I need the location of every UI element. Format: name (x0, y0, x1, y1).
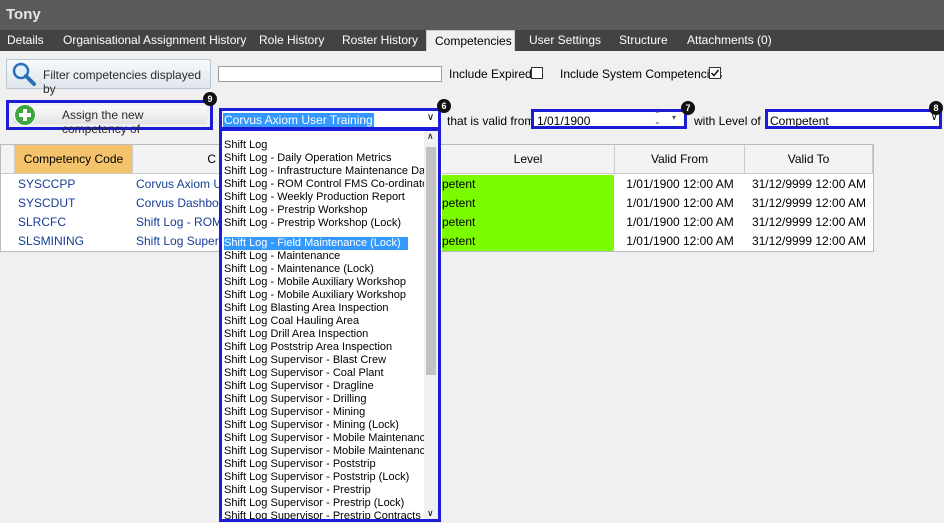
dropdown-item[interactable]: Shift Log Supervisor - Mobile Maintenanc… (224, 445, 431, 458)
dropdown-item[interactable]: Shift Log Coal Hauling Area (224, 315, 359, 328)
window-title: Tony (6, 6, 41, 23)
dropdown-item[interactable]: Shift Log - Daily Operation Metrics (224, 152, 392, 165)
dropdown-item[interactable]: Shift Log Supervisor - Poststrip (Lock) (224, 471, 409, 484)
dropdown-item[interactable]: Shift Log - ROM Control FMS Co-ordinator (224, 178, 432, 191)
tab-user-settings[interactable]: User Settings (529, 30, 601, 51)
valid-from-date-picker[interactable]: 1/01/1900 ⌃ ⌄ ▾ (531, 109, 687, 129)
competency-combobox[interactable]: Corvus Axiom User Training ∨ (219, 108, 441, 130)
table-row-level[interactable]: petent (442, 232, 614, 251)
row-selector-header (1, 145, 15, 174)
level-combobox-value: Competent (770, 114, 829, 128)
dropdown-item[interactable]: Shift Log Supervisor - Mobile Maintenanc… (224, 432, 431, 445)
dropdown-scrollbar[interactable]: ∧ ∨ (424, 131, 438, 519)
chevron-down-icon[interactable]: ▾ (672, 113, 676, 122)
callout-badge-7: 7 (681, 101, 695, 115)
table-row-name[interactable]: Shift Log - ROM (136, 213, 220, 232)
table-row-valid-from[interactable]: 1/01/1900 12:00 AM (615, 175, 745, 194)
table-row-level[interactable]: petent (442, 213, 614, 232)
table-row-code[interactable]: SYSCCPP (18, 175, 130, 194)
column-header-valid-from[interactable]: Valid From (615, 145, 745, 174)
table-row-code[interactable]: SLRCFC (18, 213, 130, 232)
table-row-valid-to[interactable]: 31/12/9999 12:00 AM (745, 194, 873, 213)
dropdown-item[interactable]: Shift Log - Field Maintenance (Lock) (224, 237, 408, 250)
search-icon (12, 62, 36, 86)
include-expired-checkbox[interactable] (531, 67, 543, 79)
column-header-competency-code[interactable]: Competency Code (15, 145, 133, 174)
dropdown-item[interactable]: Shift Log Supervisor - Coal Plant (224, 367, 384, 380)
filter-text-input[interactable] (218, 66, 442, 82)
dropdown-item[interactable]: Shift Log - Weekly Production Report (224, 191, 405, 204)
tab-role-history[interactable]: Role History (259, 30, 324, 51)
table-row-valid-from[interactable]: 1/01/1900 12:00 AM (615, 213, 745, 232)
table-row-name[interactable]: Shift Log Supervi (136, 232, 220, 251)
scrollbar-thumb[interactable] (426, 147, 436, 375)
dropdown-item[interactable]: Shift Log Blasting Area Inspection (224, 302, 389, 315)
title-bar: Tony (0, 0, 944, 30)
table-row-valid-from[interactable]: 1/01/1900 12:00 AM (615, 194, 745, 213)
add-icon (14, 104, 36, 126)
table-row-valid-to[interactable]: 31/12/9999 12:00 AM (745, 175, 873, 194)
dropdown-item[interactable]: Shift Log - Prestrip Workshop (224, 204, 367, 217)
callout-badge-9: 9 (203, 92, 217, 106)
level-label: with Level of (694, 114, 761, 128)
tab-competencies[interactable]: Competencies (426, 30, 515, 51)
include-system-competencies-label: Include System Competencies (560, 67, 723, 81)
table-row-valid-from[interactable]: 1/01/1900 12:00 AM (615, 232, 745, 251)
valid-from-label: that is valid from (447, 114, 535, 128)
dropdown-item[interactable]: Shift Log Supervisor - Mining (224, 406, 365, 419)
level-combobox[interactable]: Competent ∨ (765, 109, 942, 129)
dropdown-item[interactable]: Shift Log (224, 139, 267, 152)
include-system-competencies-checkbox[interactable] (709, 67, 721, 79)
dropdown-item[interactable]: Shift Log - Maintenance (Lock) (224, 263, 374, 276)
table-row-valid-to[interactable]: 31/12/9999 12:00 AM (745, 213, 873, 232)
column-header-competency[interactable]: C (133, 145, 221, 174)
table-row-code[interactable]: SLSMINING (18, 232, 130, 251)
table-row-name[interactable]: Corvus Dashboa (136, 194, 220, 213)
table-row-name[interactable]: Corvus Axiom Us (136, 175, 220, 194)
dropdown-item[interactable]: Shift Log - Mobile Auxiliary Workshop (224, 276, 406, 289)
dropdown-item[interactable]: Shift Log Poststrip Area Inspection (224, 341, 392, 354)
tab-details[interactable]: Details (7, 30, 44, 51)
table-row-valid-to[interactable]: 31/12/9999 12:00 AM (745, 232, 873, 251)
dropdown-item[interactable]: Shift Log - Infrastructure Maintenance D… (224, 165, 431, 178)
valid-from-value: 1/01/1900 (537, 114, 591, 128)
callout-badge-8: 8 (929, 101, 943, 115)
tab-attachments[interactable]: Attachments (0) (687, 30, 772, 51)
chevron-down-icon[interactable]: ∨ (427, 508, 434, 519)
tab-roster-history[interactable]: Roster History (342, 30, 418, 51)
dropdown-item[interactable]: Shift Log - Maintenance (224, 250, 340, 263)
tab-structure[interactable]: Structure (619, 30, 668, 51)
dropdown-item[interactable]: Shift Log Supervisor - Drilling (224, 393, 366, 406)
dropdown-item[interactable]: Shift Log Supervisor - Prestrip Contract… (224, 510, 421, 519)
dropdown-item[interactable]: Shift Log Supervisor - Mining (Lock) (224, 419, 399, 432)
assign-button-label: Assign the new competency of (62, 108, 144, 136)
chevron-up-icon[interactable]: ∧ (427, 131, 434, 142)
competency-dropdown-list[interactable]: Shift Log Shift Log - Daily Operation Met… (219, 128, 441, 522)
dropdown-item[interactable]: Shift Log Supervisor - Prestrip (Lock) (224, 497, 404, 510)
dropdown-item[interactable]: Shift Log Drill Area Inspection (224, 328, 368, 341)
column-header-valid-to[interactable]: Valid To (745, 145, 873, 174)
competency-combobox-value: Corvus Axiom User Training (223, 113, 374, 127)
chevron-down-icon[interactable]: ∨ (424, 112, 437, 126)
dropdown-item[interactable]: Shift Log Supervisor - Prestrip (224, 484, 371, 497)
assign-button-face: Assign the new competency of (12, 104, 207, 136)
dropdown-item[interactable]: Shift Log - Prestrip Workshop (Lock) (224, 217, 401, 230)
table-row-level[interactable]: petent (442, 175, 614, 194)
tab-organisational-assignment-history[interactable]: Organisational Assignment History (63, 30, 246, 51)
table-row-code[interactable]: SYSCDUT (18, 194, 130, 213)
dropdown-item[interactable]: Shift Log Supervisor - Dragline (224, 380, 374, 393)
tab-bar: Details Organisational Assignment Histor… (0, 30, 944, 51)
spinner-icon[interactable]: ⌃ ⌄ (654, 111, 661, 126)
column-header-level[interactable]: Level (442, 145, 615, 174)
dropdown-item[interactable]: Shift Log - Mobile Auxiliary Workshop (224, 289, 406, 302)
table-row-level[interactable]: petent (442, 194, 614, 213)
checkmark-icon (710, 69, 720, 77)
assign-button[interactable]: Assign the new competency of (6, 100, 213, 136)
dropdown-item[interactable]: Shift Log Supervisor - Poststrip (224, 458, 376, 471)
filter-button-label: Filter competencies displayed by (43, 68, 202, 96)
dropdown-item[interactable]: Shift Log Supervisor - Blast Crew (224, 354, 386, 367)
include-expired-label: Include Expired (449, 67, 532, 81)
callout-badge-6: 6 (437, 99, 451, 113)
filter-button[interactable]: Filter competencies displayed by (6, 59, 211, 96)
